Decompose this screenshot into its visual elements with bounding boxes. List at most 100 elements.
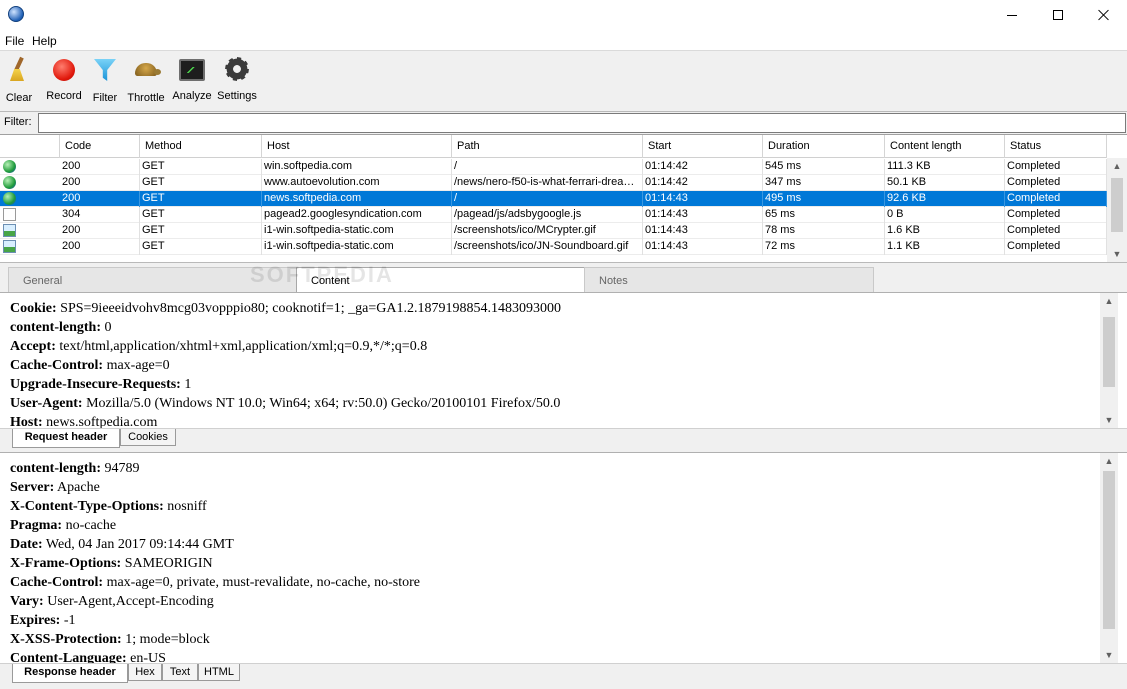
scroll-up-icon[interactable]: ▲ [1107, 158, 1127, 174]
header-value: 94789 [104, 461, 140, 476]
close-button[interactable] [1081, 0, 1127, 30]
tab-notes[interactable]: Notes [584, 267, 874, 292]
scroll-down-icon[interactable]: ▼ [1100, 647, 1118, 663]
column-header-start[interactable]: Start [643, 135, 763, 158]
header-line: Accept: text/html,application/xhtml+xml,… [10, 337, 1100, 356]
app-icon [8, 6, 24, 22]
scroll-up-icon[interactable]: ▲ [1100, 293, 1118, 309]
cell-path: /screenshots/ico/JN-Soundboard.gif [452, 239, 643, 255]
request-header-list: Cookie: SPS=9ieeeidvohv8mcg03vopppio80; … [10, 299, 1100, 428]
column-header-status[interactable]: Status [1005, 135, 1107, 158]
column-header-content-length[interactable]: Content length [885, 135, 1005, 158]
record-button[interactable]: Record [44, 57, 84, 109]
header-line: Server: Apache [10, 478, 1100, 497]
image-icon [3, 224, 16, 237]
clear-button[interactable]: Clear [3, 57, 35, 109]
cell-start: 01:14:43 [643, 207, 763, 223]
request-pane-scrollbar[interactable]: ▲ ▼ [1100, 293, 1118, 428]
header-name: Accept: [10, 339, 56, 354]
globe-icon [3, 192, 16, 205]
cell-code: 200 [60, 159, 140, 175]
table-scroll-thumb[interactable] [1111, 178, 1123, 232]
column-header-code[interactable]: Code [60, 135, 140, 158]
cell-path: / [452, 159, 643, 175]
table-row[interactable]: 200 GET i1-win.softpedia-static.com/screen… [0, 223, 1107, 239]
tab-hex[interactable]: Hex [128, 664, 162, 681]
header-line: Cache-Control: max-age=0, private, must-… [10, 573, 1100, 592]
tab-html[interactable]: HTML [198, 664, 240, 681]
tab-request-header[interactable]: Request header [12, 429, 120, 448]
maximize-icon [1053, 10, 1063, 20]
throttle-label: Throttle [127, 92, 165, 104]
cell-start: 01:14:43 [643, 239, 763, 255]
table-row[interactable]: 200 GET news.softpedia.com/01:14:43 495 ms 9… [0, 191, 1107, 207]
header-value: -1 [63, 613, 76, 628]
cell-duration: 545 ms [763, 159, 885, 175]
cell-duration: 65 ms [763, 207, 885, 223]
menu-bar: File Help [0, 30, 1127, 50]
header-line: Cookie: SPS=9ieeeidvohv8mcg03vopppio80; … [10, 299, 1100, 318]
response-scroll-thumb[interactable] [1103, 471, 1115, 629]
header-name: Date: [10, 537, 43, 552]
table-row[interactable]: 200 GET i1-win.softpedia-static.com/screen… [0, 239, 1107, 255]
close-icon [1098, 9, 1110, 21]
scroll-down-icon[interactable]: ▼ [1107, 246, 1127, 262]
column-header-host[interactable]: Host [262, 135, 452, 158]
globe-icon [3, 176, 16, 189]
maximize-button[interactable] [1035, 0, 1081, 30]
table-row[interactable]: 200 GET win.softpedia.com/01:14:42 545 ms 11… [0, 159, 1107, 175]
detail-tabs: General Content Notes [0, 262, 1127, 293]
analyze-button[interactable]: Analyze [170, 57, 214, 109]
cell-host: i1-win.softpedia-static.com [262, 239, 452, 255]
header-name: Cookie: [10, 301, 57, 316]
response-header-list: content-length: 94789 Server: Apache X-Con… [10, 459, 1100, 663]
filter-label: Filter [92, 92, 118, 104]
column-header-duration[interactable]: Duration [763, 135, 885, 158]
table-row[interactable]: 304 GET pagead2.googlesyndication.com/page… [0, 207, 1107, 223]
menu-file[interactable]: File [5, 34, 24, 48]
header-value: Wed, 04 Jan 2017 09:14:44 GMT [45, 537, 234, 552]
scroll-up-icon[interactable]: ▲ [1100, 453, 1118, 469]
header-value: news.softpedia.com [46, 415, 158, 428]
header-value: Apache [57, 480, 100, 495]
filter-input[interactable] [38, 113, 1126, 133]
cell-code: 200 [60, 175, 140, 191]
menu-help[interactable]: Help [32, 34, 57, 48]
cell-duration: 495 ms [763, 191, 885, 207]
header-line: Date: Wed, 04 Jan 2017 09:14:44 GMT [10, 535, 1100, 554]
throttle-button[interactable]: Throttle [124, 57, 168, 109]
filter-button[interactable]: Filter [90, 57, 120, 109]
header-value: en-US [130, 651, 166, 663]
header-value: Mozilla/5.0 (Windows NT 10.0; Win64; x64… [86, 396, 561, 411]
cell-status: Completed [1005, 159, 1107, 175]
table-row[interactable]: 200 GET www.autoevolution.com/news/nero-f5… [0, 175, 1107, 191]
tab-text[interactable]: Text [162, 664, 198, 681]
request-header-pane: Cookie: SPS=9ieeeidvohv8mcg03vopppio80; … [0, 292, 1127, 428]
cell-length: 50.1 KB [885, 175, 1005, 191]
tab-general[interactable]: General [8, 267, 298, 292]
title-bar [0, 0, 1127, 30]
filter-bar: Filter: [0, 112, 1127, 134]
settings-button[interactable]: Settings [215, 57, 259, 109]
minimize-icon [1007, 14, 1017, 16]
tab-cookies[interactable]: Cookies [120, 429, 176, 446]
header-line: Content-Language: en-US [10, 649, 1100, 663]
cell-start: 01:14:43 [643, 191, 763, 207]
minimize-button[interactable] [989, 0, 1035, 30]
image-icon [3, 240, 16, 253]
header-line: Host: news.softpedia.com [10, 413, 1100, 428]
tab-content[interactable]: Content [296, 267, 586, 293]
header-value: 0 [104, 320, 112, 335]
toolbar: Clear Record Filter Throttle Analyze Set… [0, 50, 1127, 112]
cell-host: news.softpedia.com [262, 191, 452, 207]
scroll-down-icon[interactable]: ▼ [1100, 412, 1118, 428]
column-header-method[interactable]: Method [140, 135, 262, 158]
column-header-path[interactable]: Path [452, 135, 643, 158]
response-pane-scrollbar[interactable]: ▲ ▼ [1100, 453, 1118, 663]
filter-field-label: Filter: [4, 116, 32, 128]
cell-method: GET [140, 239, 262, 255]
table-scrollbar[interactable]: ▲ ▼ [1107, 158, 1127, 262]
cell-start: 01:14:42 [643, 175, 763, 191]
tab-response-header[interactable]: Response header [12, 664, 128, 683]
request-scroll-thumb[interactable] [1103, 317, 1115, 387]
